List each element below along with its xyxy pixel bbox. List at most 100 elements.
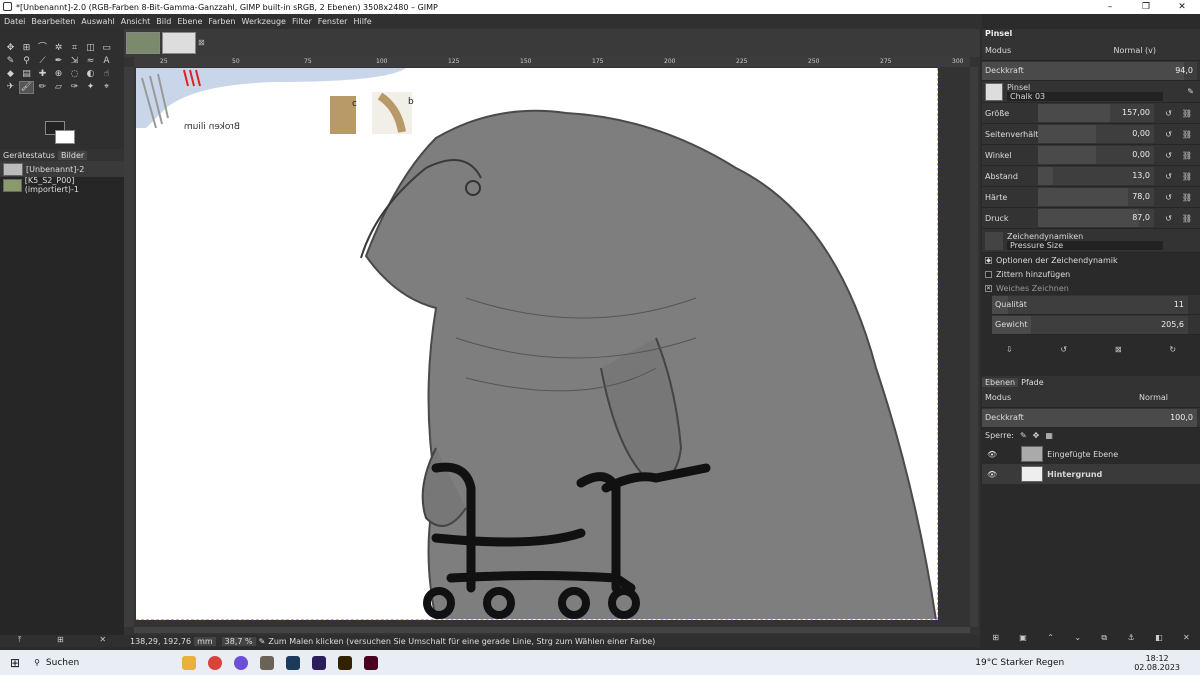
tab-bilder[interactable]: Bilder bbox=[57, 150, 88, 160]
steam-icon[interactable] bbox=[285, 655, 300, 670]
menu-werkzeuge[interactable]: Werkzeuge bbox=[242, 17, 286, 26]
dynamics-name[interactable]: Pressure Size bbox=[1007, 240, 1163, 250]
layer-row[interactable]: 👁 Hintergrund bbox=[982, 464, 1200, 484]
delete-display-icon[interactable]: ✕ bbox=[99, 635, 106, 647]
pencil-tool-icon[interactable]: ✏ bbox=[36, 82, 49, 93]
heal-tool-icon[interactable]: ✚ bbox=[36, 69, 49, 80]
text-tool-icon[interactable]: A bbox=[100, 56, 113, 67]
visibility-eye-icon[interactable]: 👁 bbox=[987, 450, 997, 459]
lower-layer-icon[interactable]: ⌄ bbox=[1074, 633, 1081, 643]
slider-row-größe[interactable]: Größe 157,00 ↺ ⛓ bbox=[982, 103, 1200, 124]
menu-bearbeiten[interactable]: Bearbeiten bbox=[31, 17, 75, 26]
horizontal-scrollbar[interactable] bbox=[134, 627, 970, 633]
mypaint-tool-icon[interactable]: ✦ bbox=[84, 82, 97, 93]
menu-hilfe[interactable]: Hilfe bbox=[353, 17, 371, 26]
brush-name[interactable]: Chalk 03 bbox=[1007, 91, 1163, 101]
crop-tool-icon[interactable]: ⌗ bbox=[68, 43, 81, 54]
new-group-icon[interactable]: ▣ bbox=[1019, 633, 1027, 643]
reset-icon[interactable]: ↻ bbox=[1169, 345, 1176, 354]
align-tool-icon[interactable]: ⊞ bbox=[20, 43, 33, 54]
browser-icon[interactable] bbox=[233, 655, 248, 670]
image-list-item[interactable]: [Unbenannt]-2 bbox=[0, 161, 124, 177]
fuzzy-select-icon[interactable]: ✲ bbox=[52, 43, 65, 54]
indesign-icon[interactable] bbox=[363, 655, 378, 670]
slider-row-abstand[interactable]: Abstand 13,0 ↺ ⛓ bbox=[982, 166, 1200, 187]
layer-mode-select[interactable]: Normal bbox=[1139, 393, 1168, 402]
blur-tool-icon[interactable]: ◌ bbox=[68, 69, 81, 80]
search-icon[interactable]: ⚲ bbox=[34, 658, 40, 667]
perspective-clone-icon[interactable]: ⌖ bbox=[100, 82, 113, 93]
check-dynamics-options[interactable]: ◆ Optionen der Zeichendynamik bbox=[982, 253, 1200, 267]
menu-fenster[interactable]: Fenster bbox=[318, 17, 348, 26]
dynamics-options-checkbox[interactable]: ◆ bbox=[985, 256, 992, 264]
explorer-icon[interactable] bbox=[181, 655, 196, 670]
mode-select[interactable]: Normal (v) bbox=[1114, 46, 1156, 55]
link-slider-icon[interactable]: ⛓ bbox=[1182, 172, 1192, 181]
weight-row[interactable]: 205,6 Gewicht bbox=[992, 315, 1200, 335]
clock-date[interactable]: 02.08.2023 bbox=[1134, 663, 1180, 672]
background-color-swatch[interactable] bbox=[55, 130, 75, 144]
bucket-fill-icon[interactable]: ◆ bbox=[4, 69, 17, 80]
free-select-icon[interactable]: ⌒ bbox=[36, 43, 49, 54]
eraser-tool-icon[interactable]: ▱ bbox=[52, 82, 65, 93]
link-slider-icon[interactable]: ⛓ bbox=[1182, 151, 1192, 160]
visibility-eye-icon[interactable]: 👁 bbox=[987, 470, 997, 479]
windows-start-icon[interactable]: ⊞ bbox=[10, 656, 20, 670]
lock-alpha-icon[interactable]: ▦ bbox=[1045, 431, 1053, 440]
clock-time[interactable]: 18:12 bbox=[1134, 654, 1180, 663]
smooth-checkbox[interactable]: ✕ bbox=[985, 284, 992, 292]
menu-ebene[interactable]: Ebene bbox=[177, 17, 202, 26]
tab-geraetestatus[interactable]: Gerätestatus bbox=[0, 151, 58, 160]
brush-preview[interactable] bbox=[985, 82, 1003, 101]
new-display-icon[interactable]: ⊞ bbox=[57, 635, 64, 647]
gimp-taskbar-icon[interactable] bbox=[259, 655, 274, 670]
smudge-tool-icon[interactable]: ☝ bbox=[100, 69, 113, 80]
paintbrush-tool-icon[interactable]: 🖌 bbox=[19, 81, 34, 94]
reset-slider-icon[interactable]: ↺ bbox=[1165, 214, 1172, 223]
link-slider-icon[interactable]: ⛓ bbox=[1182, 193, 1192, 202]
tab-ebenen[interactable]: Ebenen bbox=[982, 377, 1019, 387]
unit-select[interactable]: mm bbox=[194, 636, 216, 646]
check-jitter[interactable]: Zittern hinzufügen bbox=[982, 267, 1200, 281]
reset-slider-icon[interactable]: ↺ bbox=[1165, 172, 1172, 181]
move-tool-icon[interactable]: ✥ bbox=[4, 43, 17, 54]
image-tab-drawing[interactable] bbox=[162, 32, 196, 54]
image-canvas[interactable]: Broken ilium c b bbox=[136, 68, 938, 620]
check-smooth[interactable]: ✕ Weiches Zeichnen bbox=[982, 281, 1200, 295]
raise-display-icon[interactable]: ⤒ bbox=[18, 635, 22, 647]
taskbar-search[interactable]: Suchen bbox=[46, 658, 176, 668]
dynamics-icon[interactable] bbox=[985, 231, 1003, 250]
scale-tool-icon[interactable]: ⇲ bbox=[68, 56, 81, 67]
warp-tool-icon[interactable]: ≈ bbox=[84, 56, 97, 67]
reset-slider-icon[interactable]: ↺ bbox=[1165, 109, 1172, 118]
menu-filter[interactable]: Filter bbox=[292, 17, 312, 26]
slider-row-seitenverhältnis[interactable]: Seitenverhältnis 0,00 ↺ ⛓ bbox=[982, 124, 1200, 145]
airbrush-tool-icon[interactable]: ✈ bbox=[4, 82, 17, 93]
paths-tool-icon[interactable]: ✒ bbox=[52, 56, 65, 67]
menu-datei[interactable]: Datei bbox=[4, 17, 25, 26]
image-list-item[interactable]: [K5_S2_P00] (importiert)-1 bbox=[0, 176, 124, 194]
layer-opacity-row[interactable]: 100,0 Deckkraft bbox=[982, 408, 1200, 428]
weather-text[interactable]: 19°C Starker Regen bbox=[975, 658, 1064, 668]
menu-auswahl[interactable]: Auswahl bbox=[81, 17, 114, 26]
close-button[interactable]: ✕ bbox=[1164, 2, 1200, 12]
reset-slider-icon[interactable]: ↺ bbox=[1165, 193, 1172, 202]
opacity-row[interactable]: 94,0 Deckkraft bbox=[982, 61, 1200, 81]
jitter-checkbox[interactable] bbox=[985, 270, 992, 278]
ink-tool-icon[interactable]: ✑ bbox=[68, 82, 81, 93]
delete-layer-icon[interactable]: ✕ bbox=[1183, 633, 1190, 643]
eyedropper-icon[interactable]: ✎ bbox=[4, 56, 17, 67]
slider-row-härte[interactable]: Härte 78,0 ↺ ⛓ bbox=[982, 187, 1200, 208]
delete-preset-icon[interactable]: ⊠ bbox=[1115, 345, 1122, 354]
layer-name[interactable]: Eingefügte Ebene bbox=[1047, 450, 1118, 459]
chrome-icon[interactable] bbox=[207, 655, 222, 670]
unified-transform-icon[interactable]: ◫ bbox=[84, 43, 97, 54]
menu-ansicht[interactable]: Ansicht bbox=[121, 17, 151, 26]
duplicate-layer-icon[interactable]: ⧉ bbox=[1101, 633, 1107, 643]
slider-row-winkel[interactable]: Winkel 0,00 ↺ ⛓ bbox=[982, 145, 1200, 166]
zoom-select[interactable]: 38,7 % bbox=[221, 636, 256, 646]
image-tab-reference[interactable] bbox=[126, 32, 160, 54]
new-layer-icon[interactable]: ⊞ bbox=[992, 633, 999, 643]
lock-position-icon[interactable]: ✥ bbox=[1033, 431, 1040, 440]
clone-tool-icon[interactable]: ⊕ bbox=[52, 69, 65, 80]
